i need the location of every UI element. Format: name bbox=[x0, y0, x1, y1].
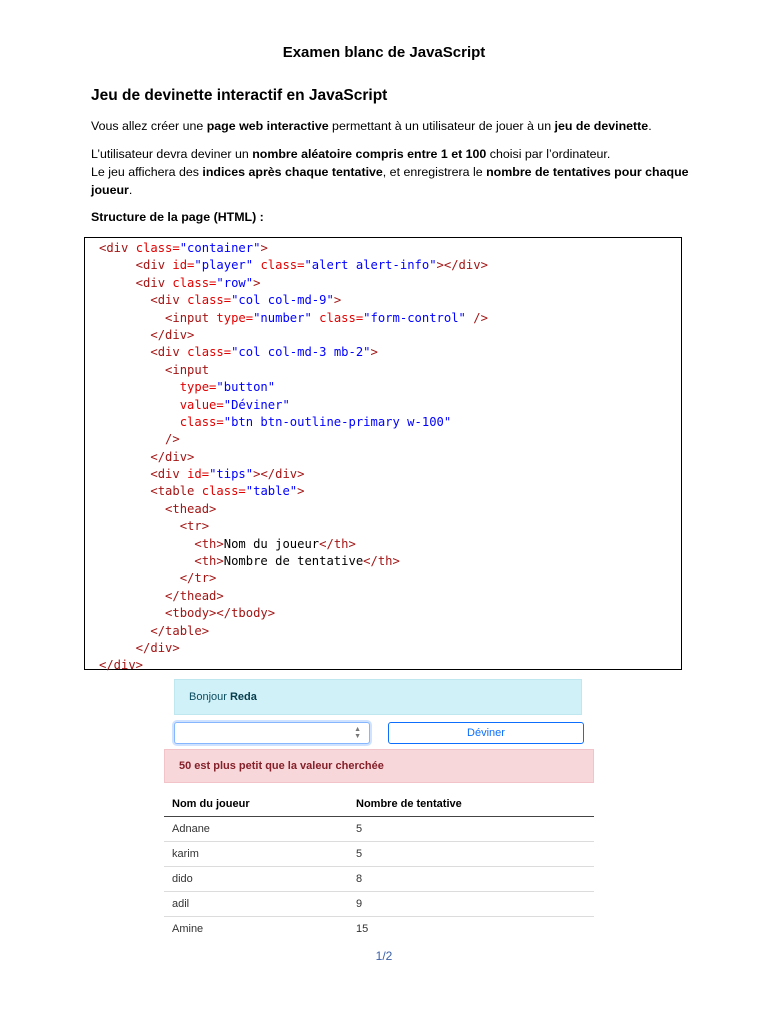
code-line: <table class="table"> bbox=[99, 484, 305, 499]
document-title: Examen blanc de JavaScript bbox=[282, 44, 486, 61]
code-line: <input bbox=[99, 362, 210, 377]
cell-attempts: 5 bbox=[356, 848, 363, 860]
players-table: Nom du joueur Nombre de tentative Adnane… bbox=[164, 792, 594, 941]
page-number: 1/2 bbox=[375, 949, 393, 963]
code-line: class="btn btn-outline-primary w-100" bbox=[99, 414, 452, 429]
cell-attempts: 15 bbox=[356, 923, 369, 935]
code-line: value="Déviner" bbox=[99, 397, 290, 412]
cell-attempts: 9 bbox=[356, 898, 363, 910]
header-attempts: Nombre de tentative bbox=[356, 798, 462, 810]
number-spinner-icon[interactable]: ▲ ▼ bbox=[354, 726, 361, 740]
html-code: <div class="container"> <div id="player"… bbox=[99, 240, 488, 675]
cell-player: karim bbox=[172, 848, 199, 860]
cell-attempts: 8 bbox=[356, 873, 363, 885]
code-line: <div class="row"> bbox=[99, 275, 261, 290]
code-line: <tr> bbox=[99, 519, 210, 534]
section-title: Jeu de devinette interactif en JavaScrip… bbox=[91, 87, 388, 104]
intro-paragraph: Vous allez créer une page web interactiv… bbox=[91, 119, 652, 133]
code-line: </div> bbox=[99, 449, 195, 464]
code-line: </tr> bbox=[99, 571, 217, 586]
code-line: </div> bbox=[99, 640, 180, 655]
code-line: <div class="col col-md-3 mb-2"> bbox=[99, 345, 378, 360]
cell-attempts: 5 bbox=[356, 823, 363, 835]
code-line: <div class="col col-md-9"> bbox=[99, 293, 342, 308]
document-page: Examen blanc de JavaScript Jeu de devine… bbox=[0, 0, 768, 1024]
guess-button[interactable]: Déviner bbox=[388, 722, 584, 744]
code-line: </div> bbox=[99, 658, 144, 673]
table-row: adil 9 bbox=[164, 892, 594, 917]
player-alert: Bonjour Reda bbox=[174, 679, 582, 715]
cell-player: Amine bbox=[172, 923, 204, 935]
demo-screenshot: Bonjour Reda ▲ ▼ Déviner 50 est plus peti… bbox=[164, 676, 596, 938]
code-line: <th>Nombre de tentative</th> bbox=[99, 554, 400, 569]
code-line: </table> bbox=[99, 623, 210, 638]
code-line: <tbody></tbody> bbox=[99, 606, 276, 621]
table-row: karim 5 bbox=[164, 842, 594, 867]
code-line: <div class="container"> bbox=[99, 241, 268, 255]
code-line: type="button" bbox=[99, 380, 276, 395]
player-name: Reda bbox=[229, 691, 257, 703]
cell-player: adil bbox=[172, 898, 190, 910]
structure-heading: Structure de la page (HTML) : bbox=[91, 210, 264, 224]
table-row: Amine 15 bbox=[164, 917, 594, 941]
code-line: </div> bbox=[99, 327, 195, 342]
code-line: <div id="player" class="alert alert-info… bbox=[99, 258, 488, 273]
table-header-row: Nom du joueur Nombre de tentative bbox=[164, 792, 594, 817]
cell-player: Adnane bbox=[172, 823, 210, 835]
rules-paragraph: L’utilisateur devra deviner un nombre al… bbox=[91, 147, 689, 197]
tips-alert: 50 est plus petit que la valeur cherchée bbox=[164, 749, 594, 783]
cell-player: dido bbox=[172, 873, 193, 885]
code-line: <div id="tips"></div> bbox=[99, 467, 305, 482]
code-block: <div class="container"> <div id="player"… bbox=[84, 237, 682, 672]
table-row: Adnane 5 bbox=[164, 817, 594, 842]
code-line: /> bbox=[99, 432, 180, 447]
code-line: <thead> bbox=[99, 501, 217, 516]
code-line: <th>Nom du joueur</th> bbox=[99, 536, 356, 551]
guess-number-input[interactable]: ▲ ▼ bbox=[174, 722, 370, 744]
code-line: </thead> bbox=[99, 588, 224, 603]
code-line: <input type="number" class="form-control… bbox=[99, 310, 488, 325]
table-row: dido 8 bbox=[164, 867, 594, 892]
header-player-name: Nom du joueur bbox=[172, 798, 250, 810]
